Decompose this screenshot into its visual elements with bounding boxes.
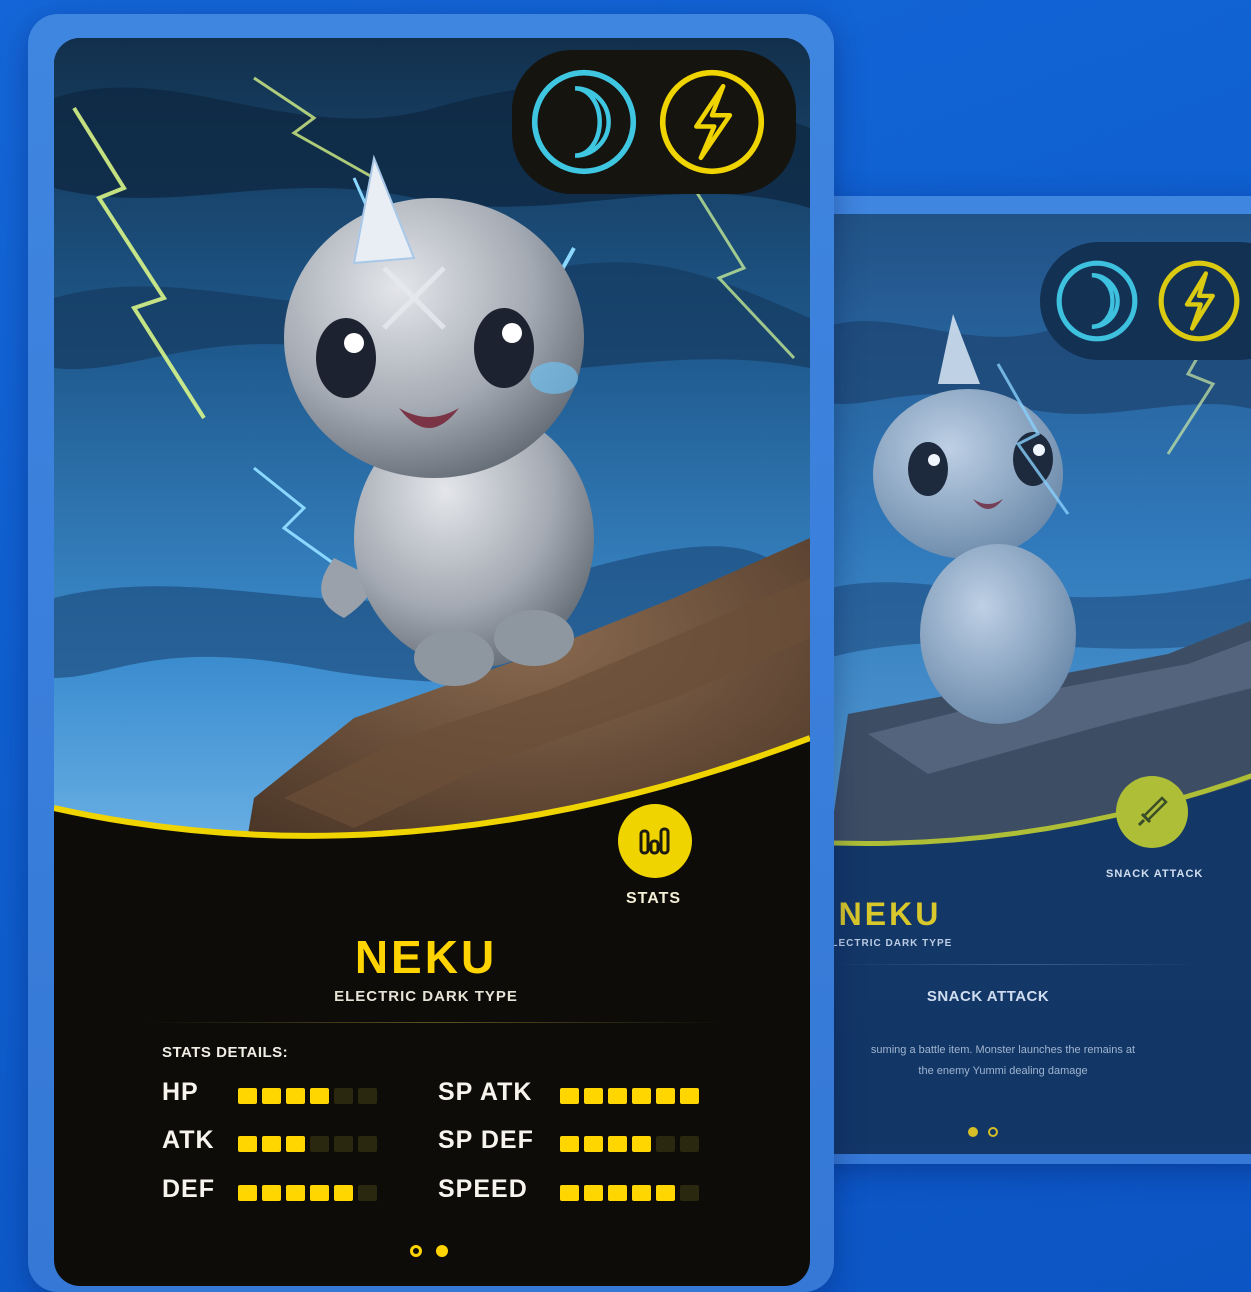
attack-description-line-1: suming a battle item. Monster launches t… bbox=[870, 1044, 1136, 1056]
stat-pip bbox=[238, 1136, 257, 1152]
divider bbox=[828, 964, 1208, 965]
stat-pip bbox=[310, 1136, 329, 1152]
stat-label-text: SP ATK bbox=[438, 1078, 533, 1106]
monster-name: NEKU bbox=[354, 931, 498, 983]
stat-pip bbox=[560, 1088, 579, 1104]
bar-chart-icon bbox=[639, 827, 670, 855]
stat-pip bbox=[584, 1088, 603, 1104]
stat-bar-sp-def bbox=[560, 1136, 699, 1152]
stat-pip bbox=[560, 1136, 579, 1152]
stat-bar-atk bbox=[238, 1136, 377, 1152]
stat-pip bbox=[286, 1088, 305, 1104]
stat-pip bbox=[358, 1136, 377, 1152]
stat-label-text: SP DEF bbox=[438, 1126, 534, 1154]
dark-moon-icon bbox=[1056, 260, 1138, 342]
stat-pip bbox=[656, 1136, 675, 1152]
stat-pip bbox=[286, 1136, 305, 1152]
stat-label-text: HP bbox=[162, 1078, 199, 1106]
electric-bolt-icon bbox=[1158, 260, 1240, 342]
stat-pip bbox=[358, 1185, 377, 1201]
front-card[interactable]: STATS NEKU ELECTRIC DARK TYPE STATS DETA… bbox=[54, 38, 810, 1286]
back-card[interactable]: SNACK ATTACK NEKU ELECTRIC DARK TYPE SNA… bbox=[808, 214, 1251, 1154]
stat-pip bbox=[584, 1185, 603, 1201]
stat-label-text: SPEED bbox=[438, 1175, 528, 1203]
monster-name: NEKU bbox=[838, 896, 942, 932]
stat-pip bbox=[560, 1185, 579, 1201]
stat-label-speed: SPEED bbox=[438, 1175, 528, 1204]
stat-bar-hp bbox=[238, 1088, 377, 1104]
stat-pip bbox=[608, 1185, 627, 1201]
stat-bar-speed bbox=[560, 1185, 699, 1201]
stat-bar-sp-atk bbox=[560, 1088, 699, 1104]
stat-pip bbox=[286, 1185, 305, 1201]
stat-pip bbox=[680, 1136, 699, 1152]
stat-pip bbox=[262, 1136, 281, 1152]
attack-description: suming a battle item. Monster launches t… bbox=[808, 1040, 1208, 1082]
stat-pip bbox=[656, 1185, 675, 1201]
stat-pip bbox=[680, 1088, 699, 1104]
stat-pip bbox=[238, 1088, 257, 1104]
dark-moon-icon bbox=[531, 69, 637, 175]
attack-title: SNACK ATTACK bbox=[926, 988, 1050, 1005]
attack-description-line-2: the enemy Yummi dealing damage bbox=[918, 1065, 1088, 1077]
snack-attack-tab-label: SNACK ATTACK bbox=[1106, 868, 1204, 880]
stat-label-hp: HP bbox=[162, 1078, 199, 1107]
stat-label-sp-def: SP DEF bbox=[438, 1126, 534, 1155]
page-dot-2[interactable] bbox=[436, 1245, 448, 1257]
stat-pip bbox=[608, 1136, 627, 1152]
stat-pip bbox=[262, 1185, 281, 1201]
stats-details-heading: STATS DETAILS: bbox=[162, 1044, 289, 1061]
front-page-indicator bbox=[410, 1245, 448, 1257]
stat-label-def: DEF bbox=[162, 1175, 215, 1204]
monster-type-text: ELECTRIC DARK TYPE bbox=[334, 988, 518, 1005]
stat-pip bbox=[310, 1088, 329, 1104]
stats-tab-label: STATS bbox=[626, 890, 682, 907]
stat-label-sp-atk: SP ATK bbox=[438, 1078, 532, 1107]
divider bbox=[146, 1022, 726, 1023]
back-type-badges bbox=[1040, 242, 1251, 360]
stat-pip bbox=[632, 1136, 651, 1152]
stat-bar-def bbox=[238, 1185, 377, 1201]
stat-label-text: ATK bbox=[162, 1126, 215, 1154]
stat-pip bbox=[238, 1185, 257, 1201]
electric-bolt-icon bbox=[659, 69, 765, 175]
stat-pip bbox=[358, 1088, 377, 1104]
page-dot-1[interactable] bbox=[410, 1245, 422, 1257]
stat-pip bbox=[632, 1185, 651, 1201]
stat-pip bbox=[608, 1088, 627, 1104]
back-page-indicator bbox=[968, 1127, 998, 1137]
stat-label-text: DEF bbox=[162, 1175, 215, 1203]
snack-attack-tab-button[interactable] bbox=[1116, 776, 1188, 848]
stat-pip bbox=[656, 1088, 675, 1104]
stat-pip bbox=[262, 1088, 281, 1104]
stat-pip bbox=[334, 1185, 353, 1201]
stat-label-atk: ATK bbox=[162, 1126, 215, 1155]
stat-pip bbox=[584, 1136, 603, 1152]
stat-pip bbox=[310, 1185, 329, 1201]
page-dot-1[interactable] bbox=[968, 1127, 978, 1137]
page-dot-2[interactable] bbox=[988, 1127, 998, 1137]
sword-icon bbox=[1137, 796, 1168, 827]
stats-tab-button[interactable] bbox=[618, 804, 692, 878]
monster-type-text: ELECTRIC DARK TYPE bbox=[823, 938, 953, 949]
back-card-frame[interactable]: SNACK ATTACK NEKU ELECTRIC DARK TYPE SNA… bbox=[808, 196, 1251, 1164]
front-type-badges bbox=[512, 50, 796, 194]
stat-pip bbox=[632, 1088, 651, 1104]
stat-pip bbox=[334, 1136, 353, 1152]
stat-pip bbox=[680, 1185, 699, 1201]
stat-pip bbox=[334, 1088, 353, 1104]
